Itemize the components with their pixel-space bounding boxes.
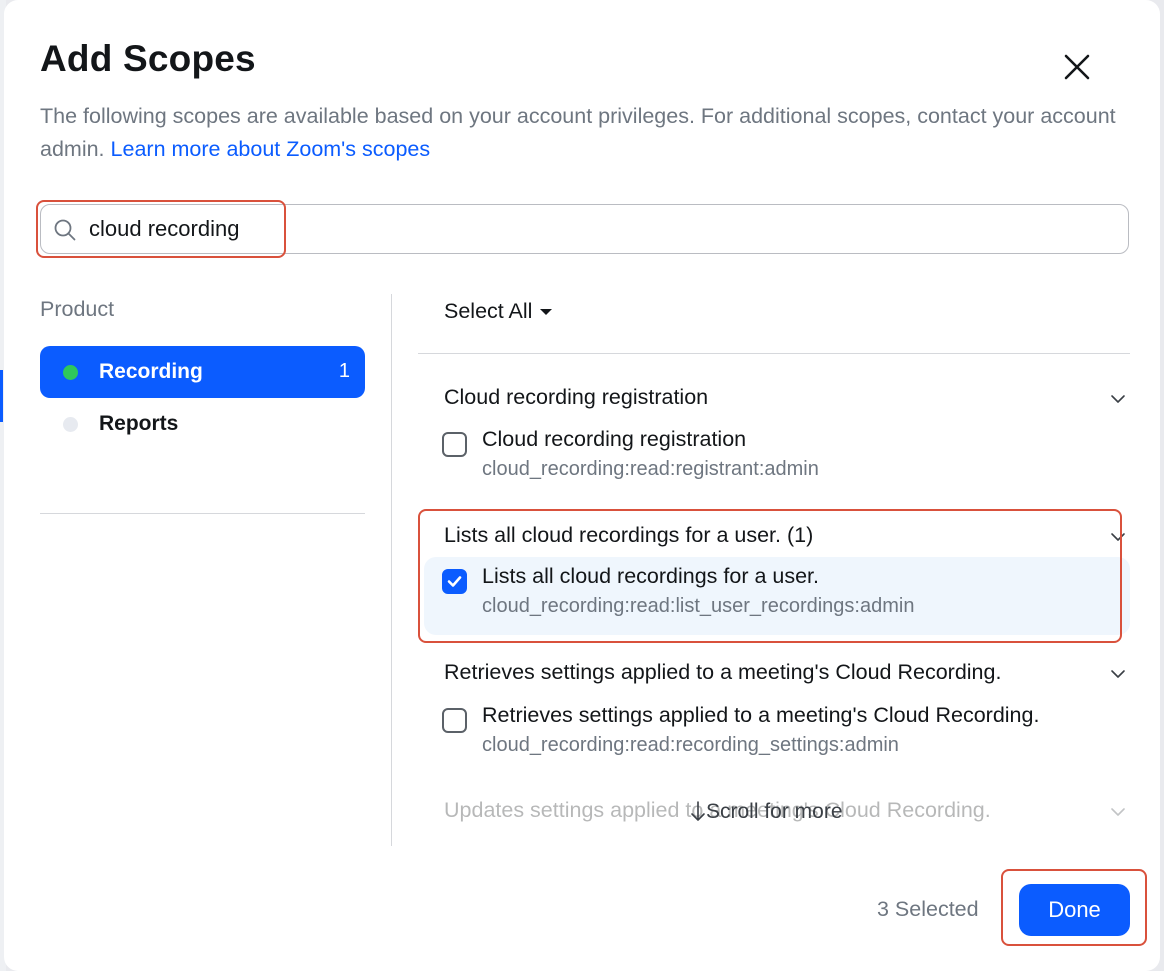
learn-more-link[interactable]: Learn more about Zoom's scopes xyxy=(111,137,431,161)
sidebar-item-recording[interactable]: Recording 1 xyxy=(40,346,365,398)
chevron-down-icon[interactable] xyxy=(1110,804,1126,820)
checkmark-icon xyxy=(447,576,462,587)
select-all-label: Select All xyxy=(444,299,533,323)
scope-checkbox[interactable] xyxy=(442,569,467,594)
sidebar-item-label: Reports xyxy=(99,412,179,435)
product-heading: Product xyxy=(40,297,115,321)
dialog-description: The following scopes are available based… xyxy=(40,100,1120,166)
scroll-for-more-button[interactable]: Scroll for more xyxy=(690,800,843,824)
done-button[interactable]: Done xyxy=(1019,884,1130,936)
scope-checkbox[interactable] xyxy=(442,432,467,457)
scope-row[interactable]: Retrieves settings applied to a meeting'… xyxy=(424,696,1130,774)
dialog-title: Add Scopes xyxy=(40,38,256,79)
column-divider xyxy=(391,294,392,846)
add-scopes-dialog: Add Scopes The following scopes are avai… xyxy=(4,0,1160,971)
sidebar-item-count: 1 xyxy=(338,360,350,382)
close-button[interactable] xyxy=(1058,48,1096,86)
scope-group-header[interactable]: Retrieves settings applied to a meeting'… xyxy=(444,660,1001,685)
caret-down-icon xyxy=(540,308,553,315)
chevron-down-icon[interactable] xyxy=(1110,391,1126,407)
search-icon xyxy=(54,219,76,241)
sidebar-divider xyxy=(40,513,365,514)
scroll-hint-label: Scroll for more xyxy=(706,800,843,823)
select-all-dropdown[interactable]: Select All xyxy=(444,299,553,324)
status-dot-icon xyxy=(63,365,78,380)
scope-key: cloud_recording:read:list_user_recording… xyxy=(482,595,915,617)
scope-title: Cloud recording registration xyxy=(482,427,747,451)
scope-group-header[interactable]: Lists all cloud recordings for a user. (… xyxy=(444,523,813,548)
scope-row[interactable]: Cloud recording registration cloud_recor… xyxy=(424,420,1130,498)
arrow-down-icon xyxy=(691,801,705,821)
sidebar-item-reports[interactable]: Reports xyxy=(40,398,365,450)
sidebar-item-label: Recording xyxy=(99,360,203,383)
chevron-down-icon[interactable] xyxy=(1110,529,1126,545)
scope-key: cloud_recording:read:recording_settings:… xyxy=(482,734,899,756)
background-accent xyxy=(0,370,3,422)
scope-title: Retrieves settings applied to a meeting'… xyxy=(482,703,1040,727)
scope-group-header[interactable]: Cloud recording registration xyxy=(444,385,708,410)
search-field[interactable] xyxy=(40,204,1129,254)
scope-checkbox[interactable] xyxy=(442,708,467,733)
search-input[interactable] xyxy=(89,213,1089,245)
scope-key: cloud_recording:read:registrant:admin xyxy=(482,458,819,480)
close-icon xyxy=(1064,54,1090,80)
chevron-down-icon[interactable] xyxy=(1110,666,1126,682)
list-divider xyxy=(418,353,1130,354)
scope-row-selected[interactable]: Lists all cloud recordings for a user. c… xyxy=(424,557,1130,635)
status-dot-icon xyxy=(63,417,78,432)
selected-count: 3 Selected xyxy=(877,897,979,921)
scope-title: Lists all cloud recordings for a user. xyxy=(482,564,819,588)
